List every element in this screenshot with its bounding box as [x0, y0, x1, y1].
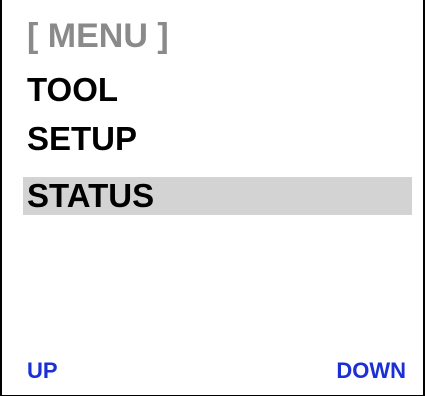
menu-item-tool[interactable]: TOOL [23, 68, 412, 112]
menu-item-setup[interactable]: SETUP [23, 117, 412, 161]
menu-title: [ MENU ] [27, 17, 169, 55]
down-softkey[interactable]: DOWN [336, 354, 406, 388]
menu-screen: [ MENU ] TOOL SETUP STATUS UP DOWN [0, 0, 425, 396]
up-softkey[interactable]: UP [27, 354, 58, 388]
menu-item-status[interactable]: STATUS [23, 177, 412, 215]
